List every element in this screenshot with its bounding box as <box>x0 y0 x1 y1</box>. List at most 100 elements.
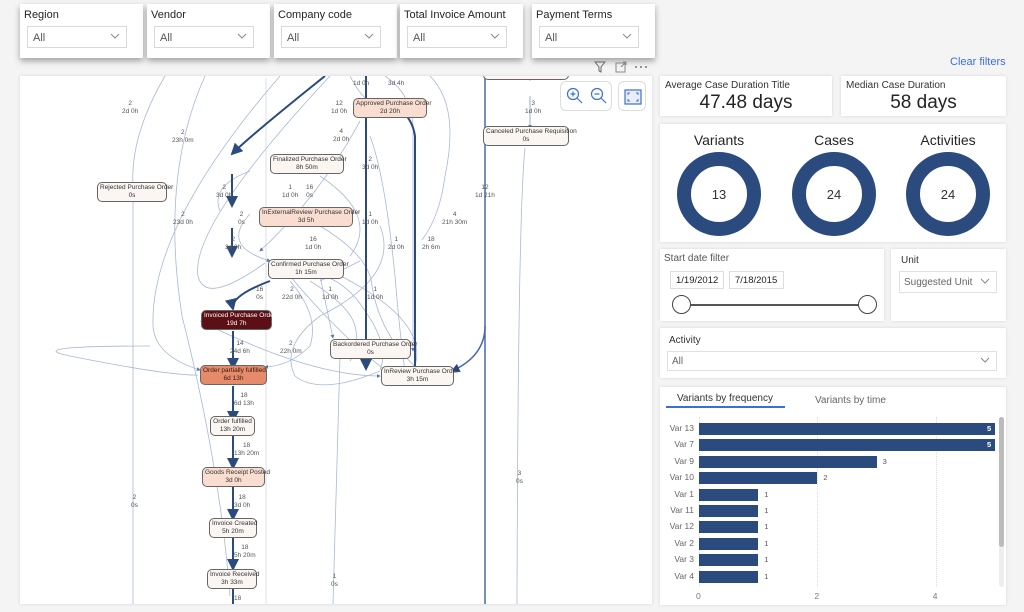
edge-duration: 21h 30m <box>442 219 468 226</box>
process-node-fulfilled[interactable]: Order fulfilled 13h 20m <box>210 416 255 436</box>
y-category-label: Var 10 <box>669 472 694 483</box>
node-duration: 19d 7h <box>226 320 247 327</box>
bar[interactable] <box>699 455 877 468</box>
y-category-label: Var 12 <box>669 521 694 532</box>
donut-title: Cases <box>814 132 854 148</box>
y-category-label: Var 11 <box>670 505 694 515</box>
process-node-finalized[interactable]: Finalized Purchase Order 8h 50m <box>270 154 347 174</box>
zoom-in-icon[interactable] <box>566 87 584 105</box>
edge-count: 18 <box>234 595 242 602</box>
edge-label: 14 24d 6h <box>230 340 250 356</box>
edge-count: 14 <box>236 340 244 347</box>
process-node-backordered[interactable]: Backordered Purchase Order 0s <box>330 339 418 359</box>
donut-activities: Activities 24 <box>898 124 998 242</box>
edge <box>230 76 326 156</box>
bar[interactable] <box>699 488 759 501</box>
slicer-dropdown[interactable]: All <box>27 26 127 48</box>
activity-dropdown[interactable]: All <box>667 351 997 371</box>
zoom-out-icon[interactable] <box>590 87 608 105</box>
node-label: Invoiced Purchase Order <box>204 312 276 319</box>
bar[interactable] <box>699 570 759 583</box>
edge-label: 2 3d 0h <box>362 156 378 172</box>
edge-count: 16 <box>309 236 317 243</box>
clear-filters-link[interactable]: Clear filters <box>950 56 1006 68</box>
edge-duration: 2d 0h <box>333 136 350 143</box>
edge-label: 18 6d 13h <box>234 392 254 408</box>
process-node-inexternal[interactable]: InExternalReview Purchase Order 3d 5h <box>259 207 360 227</box>
node-label: Rejected Purchase Order <box>100 184 174 191</box>
summary-donuts-card: Variants 13 Cases 24 Activities 24 <box>660 124 1006 242</box>
edge <box>197 76 331 289</box>
slicer-dropdown[interactable]: All <box>539 26 639 48</box>
start-date-input[interactable]: 1/19/2012 <box>670 271 724 289</box>
chart-scrollbar-thumb[interactable] <box>999 417 1004 547</box>
start-date-filter-card: Start date filter 1/19/2012 7/18/2015 <box>660 249 884 321</box>
bar[interactable] <box>699 423 995 435</box>
bar[interactable] <box>699 472 818 485</box>
process-node-top-right-node[interactable]: 1d 0h <box>483 76 569 80</box>
date-range-track[interactable] <box>682 304 870 306</box>
x-tick-label: 4 <box>932 591 938 601</box>
date-range-end-handle[interactable] <box>858 295 877 314</box>
edge-count: 2 <box>290 286 294 293</box>
process-node-confirmed[interactable]: Confirmed Purchase Order 1h 15m <box>268 259 349 279</box>
process-map[interactable]: 1d 0h Approved Purchase Order2d 20h Cancel… <box>20 76 652 604</box>
edge-duration: 0s <box>256 294 264 301</box>
edge-label: 1 1d 0h <box>362 211 378 227</box>
bar[interactable] <box>699 439 995 452</box>
slicer-label: Total Invoice Amount <box>404 9 506 21</box>
chart-scrollbar[interactable] <box>999 417 1004 587</box>
edge-count: 2 <box>181 211 185 218</box>
bar-value-label: 1 <box>764 555 769 565</box>
date-range-start-handle[interactable] <box>672 295 691 314</box>
edge-duration: 22d 0h <box>282 294 302 301</box>
unit-dropdown[interactable]: Suggested Unit <box>899 271 997 293</box>
avg-case-duration-title: Average Case Duration Title <box>665 80 790 91</box>
edge-label: 3 0s <box>516 470 523 486</box>
edge-duration: 3d 0h <box>234 502 251 509</box>
bar-value-label: 1 <box>764 522 769 532</box>
process-node-rejected[interactable]: Rejected Purchase Order 0s <box>97 182 174 202</box>
edge-count: 12 <box>335 100 343 107</box>
node-label: Canceled Purchase Requisition <box>486 128 577 135</box>
end-date-input[interactable]: 7/18/2015 <box>729 271 784 289</box>
node-duration: 6d 13h <box>223 375 244 382</box>
process-node-inreview[interactable]: InReview Purchase Order 3h 15m <box>381 366 458 386</box>
start-date-filter-title: Start date filter <box>664 253 730 264</box>
edge-duration: 6d 13h <box>234 400 254 407</box>
bar[interactable] <box>699 554 759 567</box>
bar[interactable] <box>699 521 759 534</box>
edge-label: 2 23h 0m <box>172 129 194 145</box>
chevron-down-icon <box>980 357 990 363</box>
process-node-canceled-req[interactable]: Canceled Purchase Requisition 0s <box>483 126 577 146</box>
edge-label: 2 22h 0m <box>280 340 302 356</box>
edge-label: 16 0s <box>256 286 263 302</box>
edge-label: 1 1d 0h <box>322 286 338 302</box>
activity-card: Activity All <box>660 328 1006 378</box>
edge-label: 1 1d 0h <box>367 286 383 302</box>
more-options-icon[interactable] <box>634 61 648 73</box>
process-node-goods[interactable]: Goods Receipt Posted 3d 0h <box>202 467 270 487</box>
slicer-dropdown[interactable]: All <box>154 26 254 48</box>
process-node-invreceived[interactable]: Invoice Received 3h 33m <box>207 569 260 589</box>
focus-mode-icon[interactable] <box>615 61 627 73</box>
donut-value: 13 <box>711 187 727 202</box>
process-node-invoiced[interactable]: Invoiced Purchase Order 19d 7h <box>201 310 276 330</box>
filter-icon[interactable] <box>594 61 606 73</box>
edge-count: 2 <box>181 129 185 136</box>
bar[interactable] <box>699 505 759 517</box>
bar-value-label: 1 <box>764 489 769 499</box>
avg-case-duration-value: 47.48 days <box>699 92 793 113</box>
slicer-dropdown[interactable]: All <box>281 26 381 48</box>
slicer-dropdown[interactable]: All <box>407 26 507 48</box>
edge-duration: 23d 0h <box>173 219 193 226</box>
edge-count: 1 <box>373 286 377 293</box>
process-node-partial[interactable]: Order partially fulfilled 6d 13h <box>200 365 267 385</box>
fit-to-screen-button[interactable] <box>618 81 646 111</box>
edge-label: 16 0s <box>306 184 313 200</box>
edge-label: 3 1d 0h <box>525 100 541 116</box>
y-category-label: Var 3 <box>674 554 694 565</box>
process-node-approved[interactable]: Approved Purchase Order 2d 20h <box>353 98 432 118</box>
bar[interactable] <box>699 537 759 550</box>
process-node-invcreated[interactable]: Invoice Created 5h 20m <box>209 518 258 538</box>
